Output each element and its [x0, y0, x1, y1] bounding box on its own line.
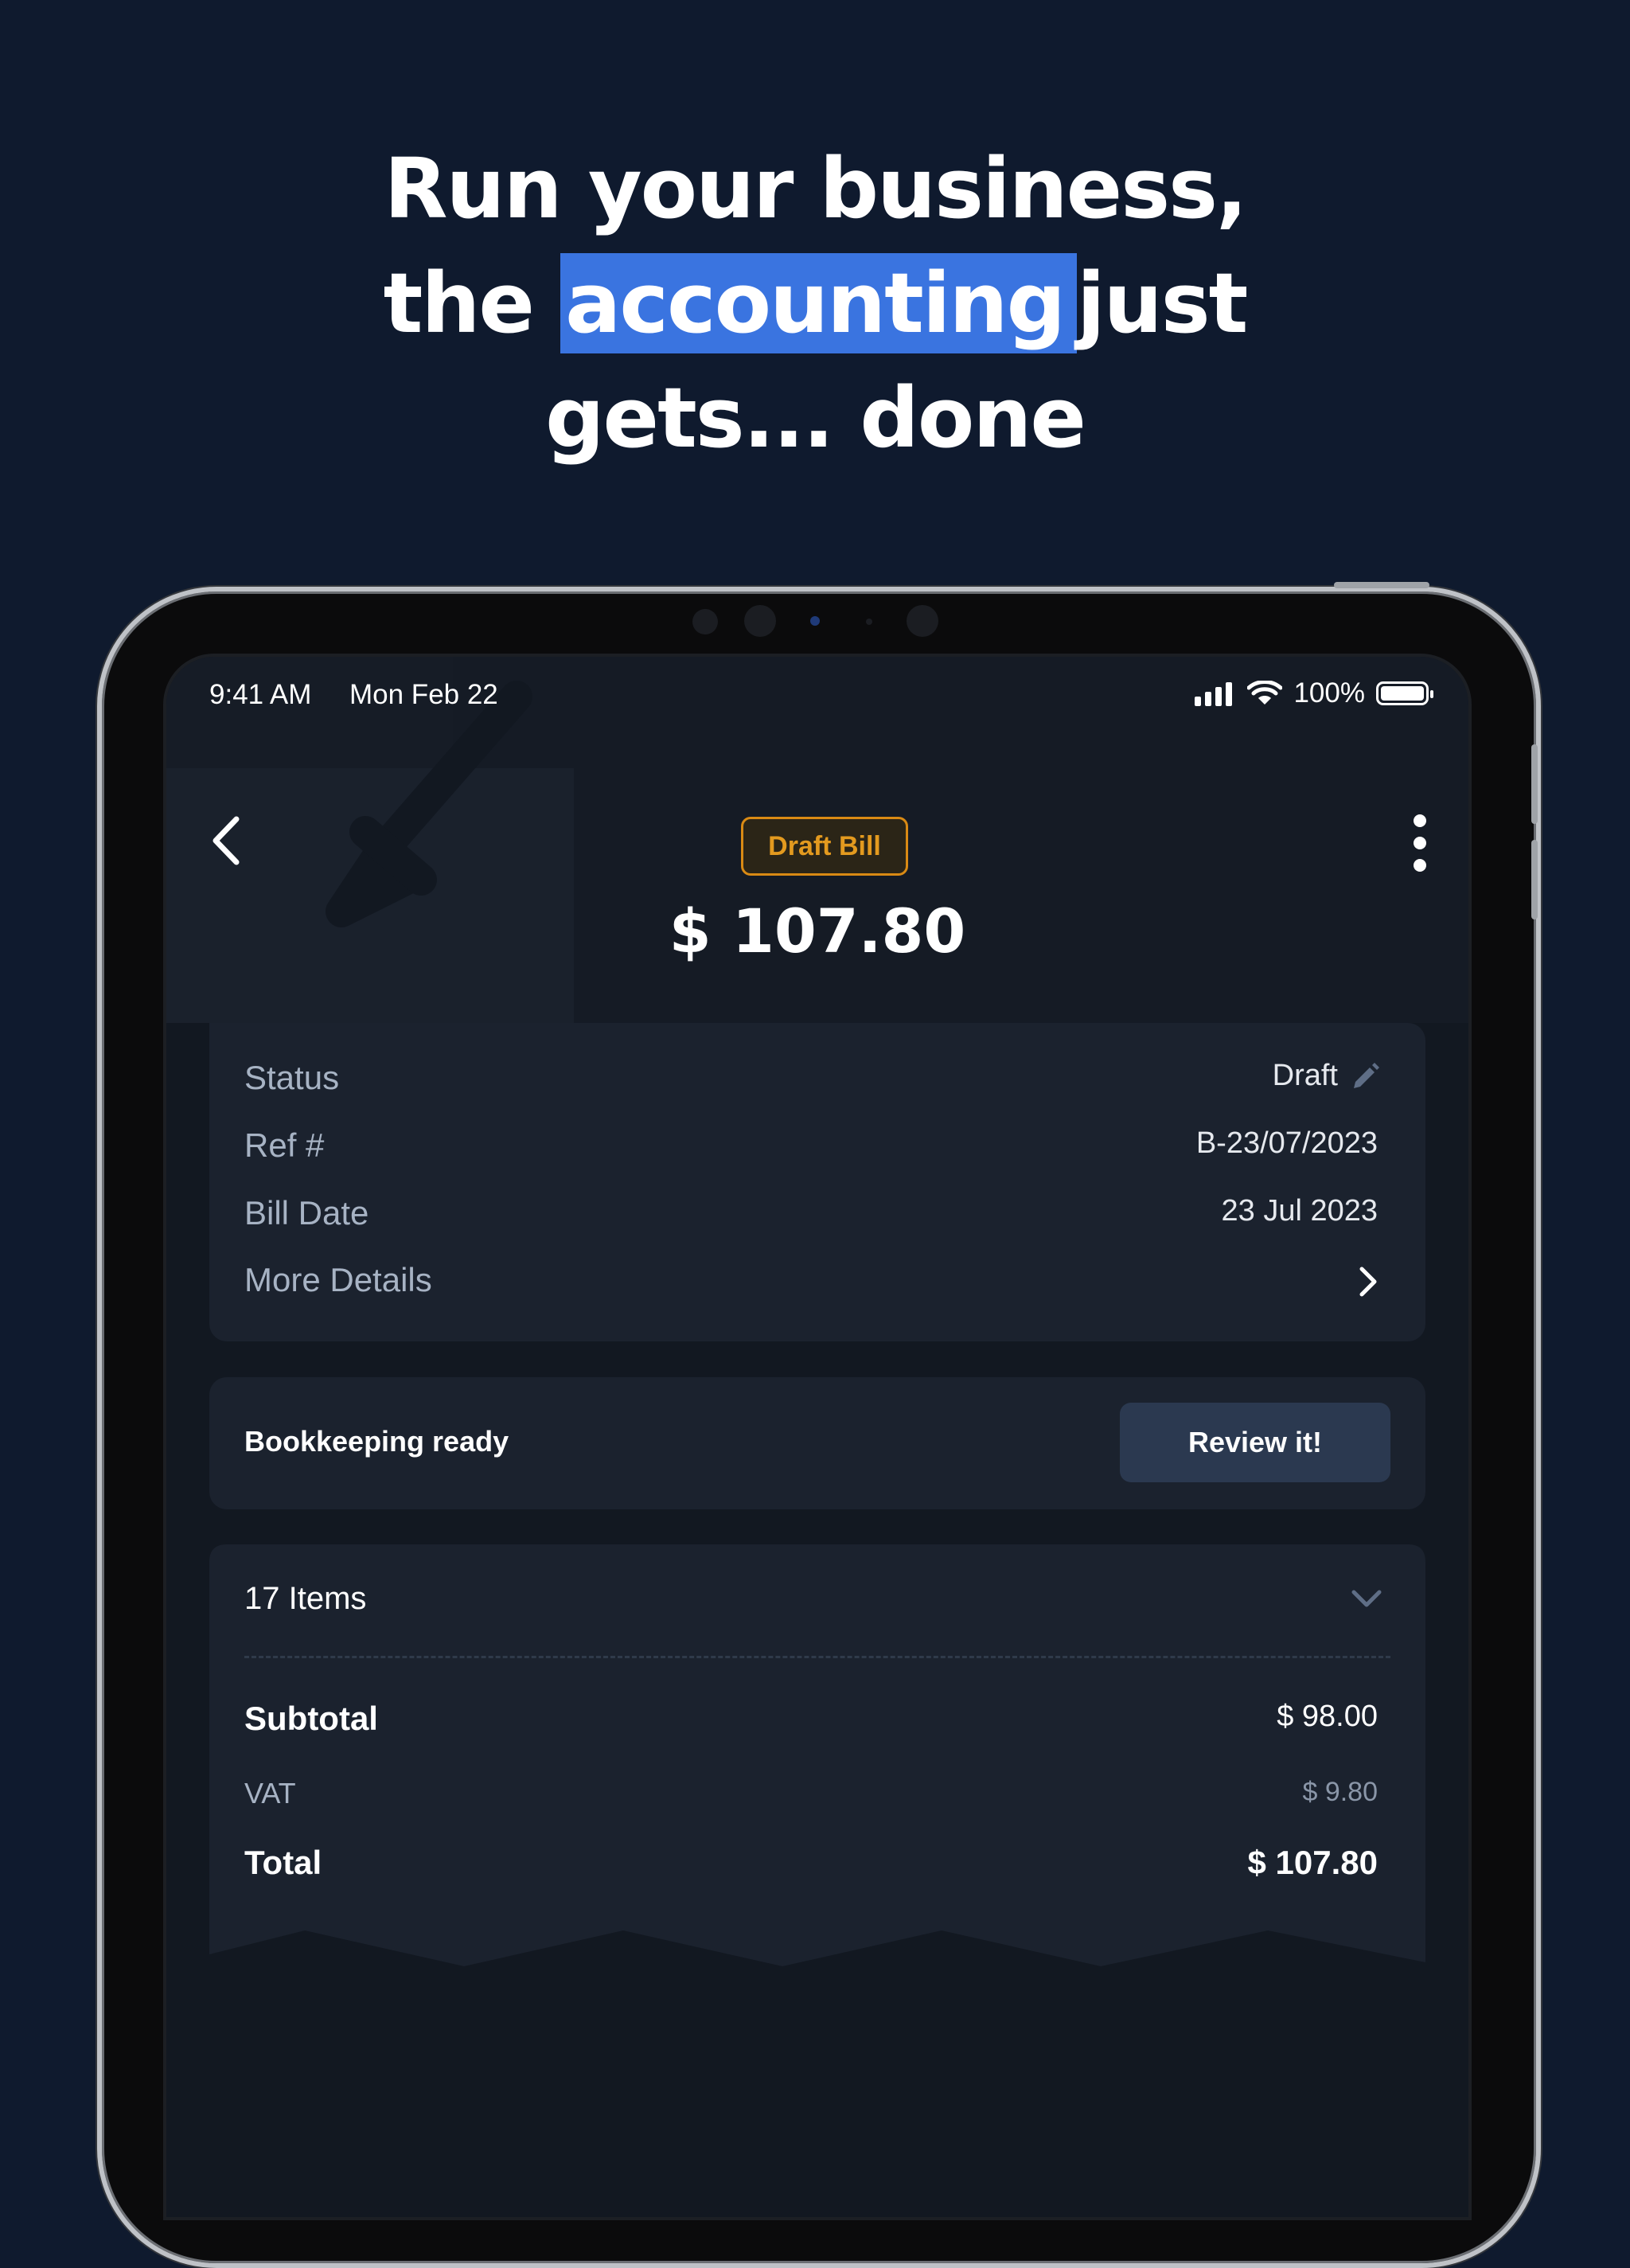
battery-icon	[1376, 681, 1433, 705]
device-volume-down-button	[1531, 840, 1538, 919]
back-chevron-icon	[213, 816, 240, 865]
items-summary-card: 17 Items Subtotal $ 98.00 VAT $ 9.80 Tot…	[209, 1544, 1425, 1966]
marketing-headline: Run your business, the accounting just ge…	[0, 131, 1630, 475]
vat-value: $ 9.80	[1302, 1777, 1378, 1807]
bookkeeping-label: Bookkeeping ready	[244, 1425, 509, 1458]
camera-lens-2	[907, 605, 938, 637]
back-button[interactable]	[201, 813, 249, 869]
draft-bill-badge: Draft Bill	[741, 817, 908, 876]
battery-percentage: 100%	[1293, 677, 1365, 709]
bill-date-value: 23 Jul 2023	[1221, 1194, 1378, 1228]
items-divider	[244, 1656, 1390, 1658]
sensor-dot	[692, 609, 718, 634]
headline-word-just: just	[1077, 255, 1248, 352]
headline-line-3: gets... done	[545, 369, 1086, 466]
chevron-down-icon	[1351, 1590, 1382, 1607]
total-label: Total	[244, 1844, 322, 1881]
sensor-dot-small	[866, 619, 872, 625]
bill-amount: $ 107.80	[669, 896, 966, 966]
more-details-label: More Details	[244, 1261, 432, 1298]
more-details-row[interactable]: More Details	[209, 1250, 1425, 1321]
more-options-button[interactable]	[1400, 813, 1440, 873]
camera-indicator	[810, 616, 820, 626]
device-top-button	[1334, 582, 1429, 588]
subtotal-value: $ 98.00	[1277, 1700, 1378, 1733]
app-screen: 9:41 AM Mon Feb 22 100% Draft Bill $ 107…	[163, 654, 1472, 2220]
review-button[interactable]: Review it!	[1120, 1403, 1390, 1482]
total-value: $ 107.80	[1247, 1844, 1378, 1881]
status-value: Draft	[1272, 1059, 1338, 1092]
bill-date-label: Bill Date	[244, 1194, 369, 1232]
headline-line-2: the accounting just	[0, 246, 1630, 361]
items-count-label: 17 Items	[244, 1581, 367, 1616]
status-value-group[interactable]: Draft	[1273, 1059, 1381, 1093]
status-bar: 9:41 AM Mon Feb 22 100%	[166, 671, 1468, 719]
wifi-icon	[1247, 681, 1283, 705]
headline-line-1: Run your business,	[384, 140, 1247, 237]
status-time: 9:41 AM	[209, 679, 312, 710]
status-date: Mon Feb 22	[349, 679, 498, 710]
subtotal-label: Subtotal	[244, 1700, 378, 1737]
items-toggle-row[interactable]: 17 Items	[209, 1544, 1425, 1648]
device-volume-up-button	[1531, 744, 1538, 824]
pencil-icon	[1354, 1062, 1379, 1088]
signal-icon	[1195, 682, 1233, 706]
status-right-group: 100%	[1195, 677, 1433, 709]
status-label: Status	[244, 1059, 340, 1096]
ref-value: B-23/07/2023	[1195, 1126, 1378, 1160]
vat-label: VAT	[244, 1777, 296, 1809]
bookkeeping-card: Bookkeeping ready Review it!	[209, 1377, 1425, 1509]
headline-word-the: the	[383, 255, 535, 352]
more-vertical-icon	[1414, 814, 1426, 872]
chevron-right-icon	[1359, 1267, 1377, 1297]
camera-lens	[744, 605, 776, 637]
headline-highlight: accounting	[560, 253, 1078, 353]
ref-label: Ref #	[244, 1126, 325, 1164]
bill-details-card: Status Draft Ref # B-23/07/2023 Bill Dat…	[209, 1023, 1425, 1341]
